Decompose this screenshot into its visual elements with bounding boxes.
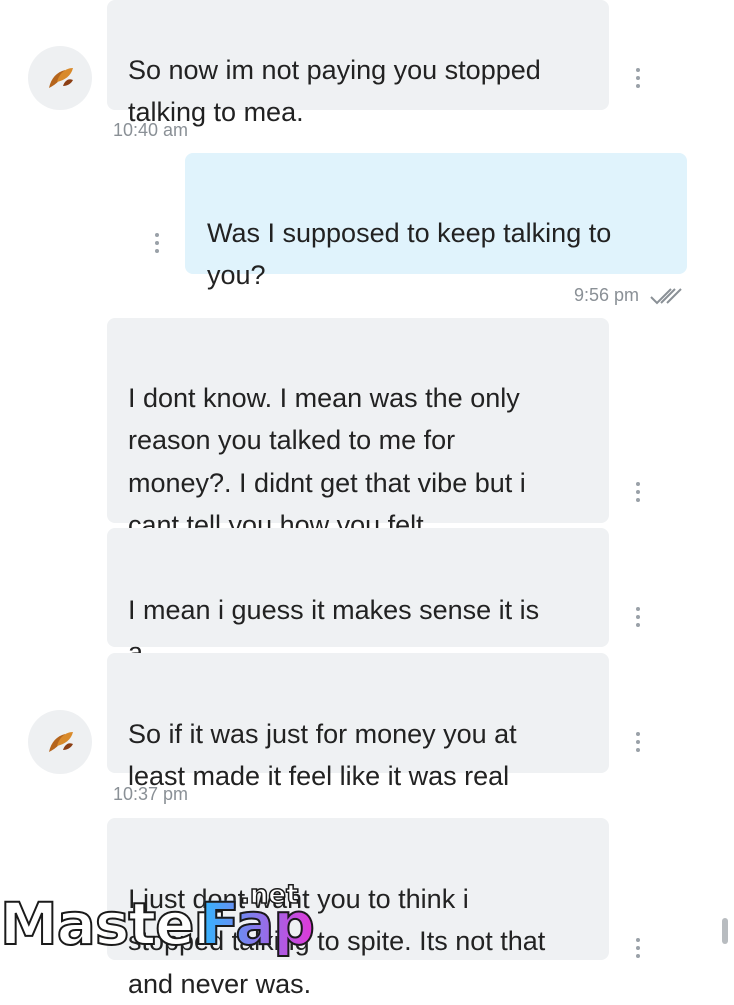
leaf-avatar-icon [49,68,73,88]
message-text: So now im not paying you stopped talking… [128,54,541,128]
leaf-avatar-icon [49,732,73,752]
message-menu-icon[interactable] [636,607,640,627]
message-timestamp: 10:37 pm [113,784,189,804]
message-menu-icon[interactable] [636,68,640,88]
message-timestamp: 10:40 am [113,120,189,140]
message-text: Was I supposed to keep talking to you? [207,217,612,291]
message-menu-icon[interactable] [155,233,159,253]
message-bubble-incoming[interactable]: So now im not paying you stopped talking… [107,0,609,127]
avatar[interactable] [28,710,92,774]
watermark-text-net: .net [239,879,299,911]
message-bubble-incoming[interactable]: I dont know. I mean was the only reason … [107,318,609,540]
message-timestamp: 9:56 pm [574,285,640,305]
message-menu-icon[interactable] [636,482,640,502]
message-bubble-outgoing[interactable]: Was I supposed to keep talking to you? [185,153,687,290]
message-bubble-incoming[interactable]: I mean i guess it makes sense it is a pa… [107,528,609,710]
double-check-icon [650,288,682,305]
message-menu-icon[interactable] [636,938,640,958]
scrollbar[interactable] [722,918,728,944]
message-text: I dont know. I mean was the only reason … [128,382,526,541]
avatar[interactable] [28,46,92,110]
message-bubble-incoming[interactable]: So if it was just for money you at least… [107,653,609,791]
watermark-text-master: Master [0,889,223,959]
watermark-logo: Master Fap .net [0,879,316,960]
message-text: So if it was just for money you at least… [128,718,517,792]
message-menu-icon[interactable] [636,732,640,752]
